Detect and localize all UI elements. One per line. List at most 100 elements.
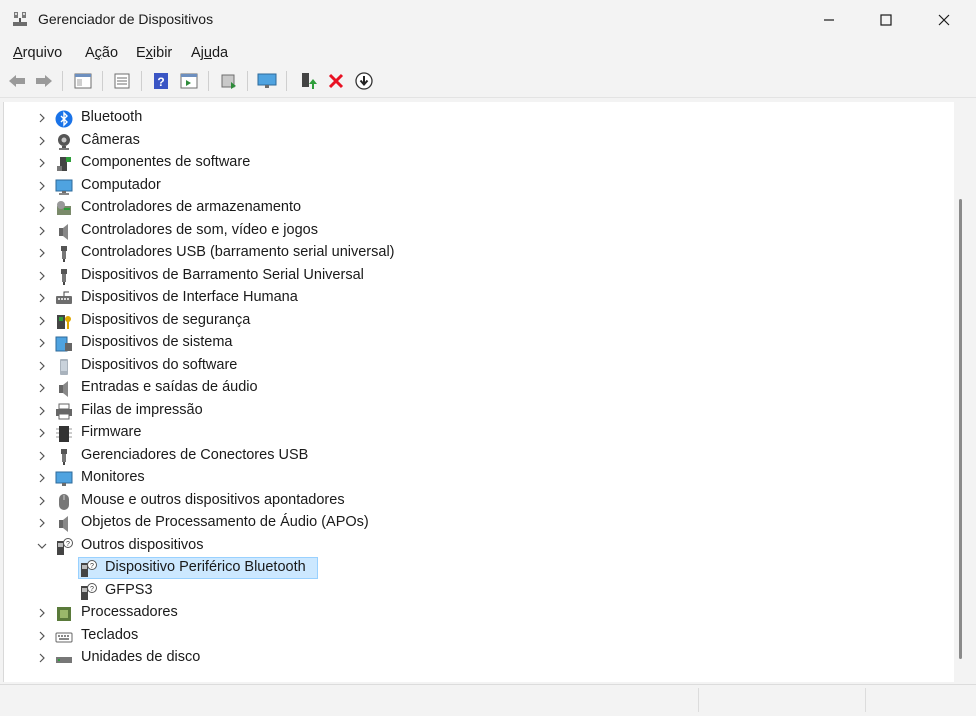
tree-category-item[interactable]: Filas de impressão — [4, 400, 944, 422]
tree-category-item[interactable]: ? Outros dispositivos — [4, 535, 944, 557]
tree-category-item[interactable]: Dispositivos de Barramento Serial Univer… — [4, 265, 944, 287]
uninstall-device-button[interactable] — [325, 70, 347, 92]
tree-item-label: Objetos de Processamento de Áudio (APOs) — [81, 514, 369, 530]
scan-hardware-button[interactable] — [218, 70, 240, 92]
close-button[interactable] — [915, 0, 973, 40]
security-key-icon — [57, 314, 71, 329]
chevron-right-icon[interactable] — [36, 517, 48, 529]
device-tree[interactable]: Bluetooth Câmeras Componentes de software C… — [3, 102, 954, 682]
chevron-right-icon[interactable] — [36, 157, 48, 169]
tree-child-item[interactable]: ? Dispositivo Periférico Bluetooth — [4, 557, 944, 579]
device-manager-app-icon — [13, 12, 27, 26]
chevron-right-icon[interactable] — [36, 450, 48, 462]
menu-arquivo[interactable]: Arquivo — [13, 45, 62, 61]
chevron-right-icon[interactable] — [36, 292, 48, 304]
tree-category-item[interactable]: Componentes de software — [4, 152, 944, 174]
menu-exibir[interactable]: Exibir — [136, 45, 172, 61]
tree-category-item[interactable]: Câmeras — [4, 130, 944, 152]
tree-category-item[interactable]: Monitores — [4, 467, 944, 489]
mouse-icon — [59, 493, 69, 510]
tree-child-item[interactable]: ? GFPS3 — [4, 580, 944, 602]
speaker-icon — [59, 381, 68, 397]
tree-category-item[interactable]: Dispositivos de segurança — [4, 310, 944, 332]
minimize-button[interactable] — [800, 0, 858, 40]
back-button[interactable] — [6, 70, 28, 92]
chevron-right-icon[interactable] — [36, 472, 48, 484]
monitor-icon — [257, 73, 277, 88]
usb-icon — [61, 448, 67, 465]
chevron-right-icon[interactable] — [36, 315, 48, 327]
tree-category-item[interactable]: Controladores de armazenamento — [4, 197, 944, 219]
chevron-right-icon[interactable] — [36, 202, 48, 214]
menu-acao[interactable]: Ação — [85, 45, 118, 61]
chevron-right-icon[interactable] — [36, 135, 48, 147]
tree-category-item[interactable]: Computador — [4, 175, 944, 197]
tree-item-label: Monitores — [81, 469, 145, 485]
usb-icon — [61, 268, 67, 285]
scrollbar-thumb[interactable] — [959, 199, 962, 659]
chevron-right-icon[interactable] — [36, 427, 48, 439]
tree-category-item[interactable]: Unidades de disco — [4, 647, 944, 669]
chevron-right-icon[interactable] — [36, 247, 48, 259]
speaker-icon — [59, 516, 68, 532]
tree-category-item[interactable]: Controladores USB (barramento serial uni… — [4, 242, 944, 264]
help-button[interactable]: ? — [150, 70, 172, 92]
tree-category-item[interactable]: Processadores — [4, 602, 944, 624]
menu-ajuda[interactable]: Ajuda — [191, 45, 228, 61]
tree-category-item[interactable]: Mouse e outros dispositivos apontadores — [4, 490, 944, 512]
chevron-right-icon[interactable] — [36, 630, 48, 642]
disk-drive-icon — [56, 657, 72, 663]
action-pane-button[interactable] — [178, 70, 200, 92]
chevron-right-icon[interactable] — [36, 652, 48, 664]
software-component-icon — [57, 157, 71, 171]
hid-icon — [56, 291, 72, 304]
disable-device-button[interactable] — [353, 70, 375, 92]
tree-item-label: Bluetooth — [81, 109, 143, 125]
toolbar-separator — [102, 71, 103, 91]
tree-category-item[interactable]: Firmware — [4, 422, 944, 444]
chevron-right-icon[interactable] — [36, 112, 48, 124]
chevron-right-icon[interactable] — [36, 382, 48, 394]
show-hide-console-tree-button[interactable] — [72, 70, 94, 92]
tree-category-item[interactable]: Gerenciadores de Conectores USB — [4, 445, 944, 467]
tree-category-item[interactable]: Dispositivos do software — [4, 355, 944, 377]
chevron-right-icon[interactable] — [36, 607, 48, 619]
tree-category-item[interactable]: Bluetooth — [4, 107, 944, 129]
chevron-right-icon[interactable] — [36, 495, 48, 507]
chevron-right-icon[interactable] — [36, 225, 48, 237]
processor-icon — [57, 607, 71, 621]
chevron-right-icon[interactable] — [36, 180, 48, 192]
system-device-icon — [55, 336, 72, 352]
forward-button[interactable] — [33, 70, 55, 92]
action-pane-icon — [180, 73, 198, 89]
tree-category-item[interactable]: Teclados — [4, 625, 944, 647]
tree-category-item[interactable]: Dispositivos de sistema — [4, 332, 944, 354]
tree-category-item[interactable]: Entradas e saídas de áudio — [4, 377, 944, 399]
tree-category-item[interactable]: Controladores de som, vídeo e jogos — [4, 220, 944, 242]
tree-item-label: Teclados — [81, 626, 139, 643]
tree-item-label: Dispositivos de Barramento Serial Univer… — [81, 266, 364, 283]
title-bar: Gerenciador de Dispositivos — [0, 0, 976, 40]
unknown-device-icon: ? — [81, 582, 97, 600]
toolbar: ? — [0, 67, 976, 98]
printer-icon — [56, 403, 72, 419]
properties-button[interactable] — [111, 70, 133, 92]
chevron-down-icon[interactable] — [36, 540, 48, 552]
tree-item-label: Gerenciadores de Conectores USB — [81, 446, 309, 463]
vertical-scrollbar[interactable] — [955, 102, 969, 682]
chevron-right-icon[interactable] — [36, 337, 48, 349]
tree-item-label: Computador — [81, 176, 161, 193]
maximize-button[interactable] — [857, 0, 915, 40]
tree-category-item[interactable]: Dispositivos de Interface Humana — [4, 287, 944, 309]
tree-item-label: Mouse e outros dispositivos apontadores — [81, 491, 345, 508]
chevron-right-icon[interactable] — [36, 405, 48, 417]
software-device-icon — [60, 358, 68, 375]
update-driver-button[interactable] — [297, 70, 319, 92]
chevron-right-icon[interactable] — [36, 270, 48, 282]
unknown-device-icon: ? — [57, 537, 73, 555]
chevron-right-icon[interactable] — [36, 360, 48, 372]
tree-category-item[interactable]: Objetos de Processamento de Áudio (APOs) — [4, 512, 944, 534]
monitor-view-button[interactable] — [256, 70, 278, 92]
forward-arrow-icon — [36, 75, 52, 87]
tree-item-label: Componentes de software — [81, 154, 251, 170]
